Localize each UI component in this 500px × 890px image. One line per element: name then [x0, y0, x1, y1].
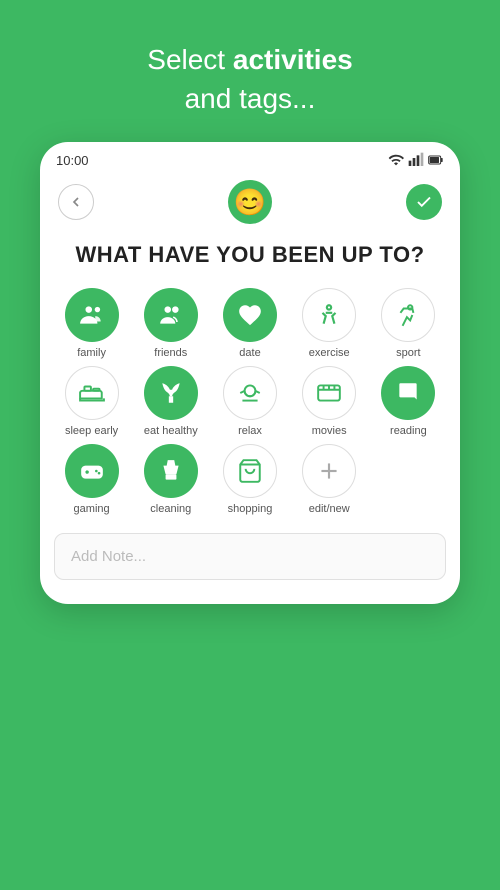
header-bold: activities: [233, 44, 353, 75]
header-line1: Select activities: [147, 44, 352, 75]
signal-icon: [408, 152, 424, 168]
chevron-left-icon: [68, 194, 84, 210]
activity-item-sport[interactable]: sport: [371, 288, 446, 360]
activity-label-family: family: [77, 347, 106, 360]
status-icons: [388, 152, 444, 168]
activity-item-movies[interactable]: movies: [292, 366, 367, 438]
activity-item-family[interactable]: family: [54, 288, 129, 360]
checkmark-icon: [415, 193, 433, 211]
activity-item-edit-new[interactable]: edit/new: [292, 444, 367, 516]
activity-item-exercise[interactable]: exercise: [292, 288, 367, 360]
activity-label-sleep-early: sleep early: [65, 425, 118, 438]
battery-icon: [428, 152, 444, 168]
activity-label-shopping: shopping: [228, 503, 273, 516]
activity-label-exercise: exercise: [309, 347, 350, 360]
activity-label-date: date: [239, 347, 260, 360]
question-text: WHAT HAVE YOU BEEN UP TO?: [40, 236, 460, 288]
note-placeholder: Add Note...: [71, 548, 146, 565]
activity-item-eat-healthy[interactable]: eat healthy: [133, 366, 208, 438]
confirm-button[interactable]: [406, 184, 442, 220]
emoji-avatar: 😊: [228, 180, 272, 224]
activity-label-edit-new: edit/new: [309, 503, 350, 516]
header-line2: and tags...: [185, 83, 316, 114]
activity-label-eat-healthy: eat healthy: [144, 425, 198, 438]
activity-item-relax[interactable]: relax: [212, 366, 287, 438]
status-time: 10:00: [56, 153, 89, 168]
back-button[interactable]: [58, 184, 94, 220]
activity-label-movies: movies: [312, 425, 347, 438]
activity-label-cleaning: cleaning: [150, 503, 191, 516]
card-header: 😊: [40, 172, 460, 236]
note-input[interactable]: Add Note...: [54, 533, 446, 580]
status-bar: 10:00: [40, 142, 460, 172]
activity-item-shopping[interactable]: shopping: [212, 444, 287, 516]
activity-item-reading[interactable]: reading: [371, 366, 446, 438]
activities-grid: family friends date exercise sport sleep earl…: [40, 288, 460, 517]
emoji-icon: 😊: [234, 187, 266, 218]
phone-card: 10:00 😊 WHAT HAVE YOU BEEN UP TO? family…: [40, 142, 460, 603]
activity-label-gaming: gaming: [74, 503, 110, 516]
activity-item-gaming[interactable]: gaming: [54, 444, 129, 516]
activity-label-friends: friends: [154, 347, 187, 360]
header-section: Select activities and tags...: [147, 40, 352, 118]
wifi-icon: [388, 152, 404, 168]
activity-label-relax: relax: [238, 425, 262, 438]
activity-item-date[interactable]: date: [212, 288, 287, 360]
activity-label-sport: sport: [396, 347, 420, 360]
activity-label-reading: reading: [390, 425, 427, 438]
activity-item-sleep-early[interactable]: sleep early: [54, 366, 129, 438]
activity-item-friends[interactable]: friends: [133, 288, 208, 360]
activity-item-cleaning[interactable]: cleaning: [133, 444, 208, 516]
